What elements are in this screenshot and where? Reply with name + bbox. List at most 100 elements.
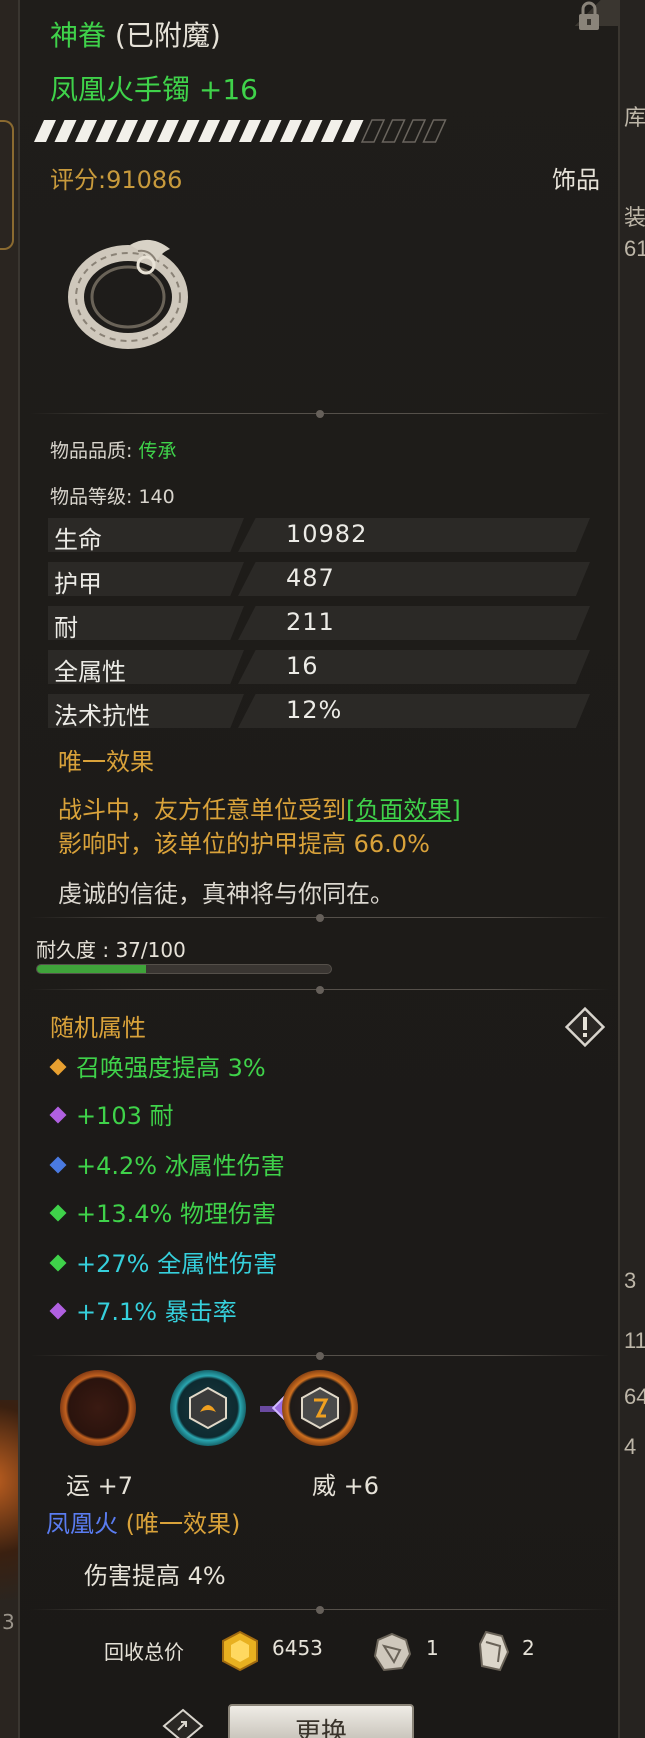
progress-segment xyxy=(34,120,56,142)
attribute-text: 召唤强度提高 3% xyxy=(76,1054,266,1082)
stat-value: 16 xyxy=(286,652,319,680)
stat-label: 法术抗性 xyxy=(54,702,150,730)
stat-row: 耐 211 xyxy=(48,606,608,642)
share-icon[interactable] xyxy=(160,1706,206,1738)
progress-segment xyxy=(360,119,386,143)
attribute-text: +7.1% 暴击率 xyxy=(76,1298,237,1326)
item-name: 凤凰火手镯 +16 xyxy=(50,73,258,106)
section-divider xyxy=(30,912,610,924)
progress-segment xyxy=(381,119,406,143)
item-title: 神眷 (已附魔) xyxy=(50,14,221,54)
stat-value: 10982 xyxy=(286,520,368,548)
background-text: 3 xyxy=(2,1610,15,1634)
progress-segment xyxy=(300,120,323,142)
gold-coin-icon xyxy=(222,1630,258,1672)
stat-label: 耐 xyxy=(54,614,78,642)
crystal-icon xyxy=(478,1630,510,1672)
swap-button[interactable]: 更换 xyxy=(228,1704,414,1738)
progress-segment xyxy=(198,120,220,142)
stat-row: 法术抗性 12% xyxy=(48,694,608,730)
stat-value: 211 xyxy=(286,608,335,636)
rune-gem-icon xyxy=(189,1386,227,1430)
bracelet-icon xyxy=(68,239,188,349)
background-text: 库 xyxy=(624,105,645,130)
stone-icon xyxy=(373,1632,412,1672)
attribute-text: +27% 全属性伤害 xyxy=(76,1250,278,1278)
rune-gem-icon xyxy=(301,1386,339,1430)
background-text: 11 xyxy=(624,1328,645,1353)
lock-icon[interactable] xyxy=(570,0,608,34)
progress-segment xyxy=(239,120,261,142)
durability-bar xyxy=(36,964,332,974)
stat-label: 护甲 xyxy=(54,570,102,598)
progress-segment xyxy=(422,119,447,143)
stat-value: 12% xyxy=(286,696,343,724)
set-name-blue: 凤凰火 xyxy=(46,1510,118,1538)
background-text: 3 xyxy=(624,1268,637,1293)
background-text: 64 xyxy=(624,1384,645,1409)
item-tooltip-panel: 神眷 (已附魔) 凤凰火手镯 +16 评分:91086 饰品 物品品质: 传承 … xyxy=(18,0,620,1738)
durability-label: 耐久度 : 37/100 xyxy=(36,938,186,962)
progress-segment xyxy=(401,119,427,143)
set-bonus: 伤害提高 4% xyxy=(84,1562,226,1590)
unique-effect-desc-line1: 战斗中，友方任意单位受到[负面效果] xyxy=(58,790,461,825)
background-text: 4 xyxy=(624,1434,637,1459)
quality-value: 传承 xyxy=(138,440,177,462)
recycle-stone-value: 1 xyxy=(426,1636,439,1660)
recycle-label: 回收总价 xyxy=(104,1640,184,1664)
item-level: 物品等级: 140 xyxy=(50,486,175,508)
recycle-gold-value: 6453 xyxy=(272,1636,323,1660)
section-divider xyxy=(30,408,610,420)
progress-segment xyxy=(177,120,200,142)
debuff-keyword-link[interactable]: [负面效果] xyxy=(346,796,461,824)
section-divider xyxy=(30,1350,610,1362)
random-attribute: +13.4% 物理伤害 xyxy=(48,1194,276,1229)
progress-segment xyxy=(157,120,179,142)
green-gem-icon xyxy=(49,1254,67,1272)
purple-gem-icon xyxy=(49,1302,67,1320)
stat-row: 生命 10982 xyxy=(48,518,608,554)
attribute-text: +4.2% 冰属性伤害 xyxy=(76,1152,285,1180)
progress-segment xyxy=(54,120,77,142)
section-divider xyxy=(30,984,610,996)
flavor-text: 虔诚的信徒，真神将与你同在。 xyxy=(58,880,394,908)
socket-with-rune[interactable] xyxy=(282,1370,358,1446)
durability-fill xyxy=(37,965,146,973)
section-divider xyxy=(30,1604,610,1616)
background-frame-decoration xyxy=(0,120,14,250)
purple-gem-icon xyxy=(49,1106,67,1124)
info-warning-icon[interactable] xyxy=(562,1004,608,1050)
set-name: 凤凰火 (唯一效果) xyxy=(46,1504,240,1539)
item-score: 评分:91086 xyxy=(50,166,183,194)
unique-desc-text: 战斗中，友方任意单位受到 xyxy=(58,796,346,824)
socket-bonus-luck: 运 +7 xyxy=(66,1472,134,1500)
background-text: 61 xyxy=(624,236,645,261)
empty-socket[interactable] xyxy=(60,1370,136,1446)
progress-segment xyxy=(341,120,364,142)
attribute-text: +103 耐 xyxy=(76,1102,174,1130)
progress-segment xyxy=(75,120,97,142)
unique-effect-desc-line2: 影响时，该单位的护甲提高 66.0% xyxy=(58,830,430,858)
background-glow xyxy=(0,1400,20,1600)
socket-bonus-might: 威 +6 xyxy=(312,1472,380,1500)
title-prefix: 神眷 xyxy=(50,19,107,52)
random-attributes-title: 随机属性 xyxy=(50,1014,146,1042)
title-suffix: (已附魔) xyxy=(114,19,221,52)
socket-with-rune[interactable] xyxy=(170,1370,246,1446)
progress-segment xyxy=(218,120,241,142)
stat-row: 护甲 487 xyxy=(48,562,608,598)
random-attribute: 召唤强度提高 3% xyxy=(48,1048,266,1083)
random-attribute: +103 耐 xyxy=(48,1096,174,1131)
random-attribute: +27% 全属性伤害 xyxy=(48,1244,277,1279)
blue-gem-icon xyxy=(49,1156,67,1174)
set-name-rest: (唯一效果) xyxy=(118,1510,241,1538)
stat-label: 全属性 xyxy=(54,658,126,686)
progress-segment xyxy=(136,120,159,142)
stat-label: 生命 xyxy=(54,526,102,554)
random-attribute: +4.2% 冰属性伤害 xyxy=(48,1146,285,1181)
orange-gem-icon xyxy=(49,1058,67,1076)
upgrade-progress-bar xyxy=(34,119,447,143)
item-category: 饰品 xyxy=(552,166,600,194)
random-attribute: +7.1% 暴击率 xyxy=(48,1292,237,1327)
stat-value: 487 xyxy=(286,564,335,592)
